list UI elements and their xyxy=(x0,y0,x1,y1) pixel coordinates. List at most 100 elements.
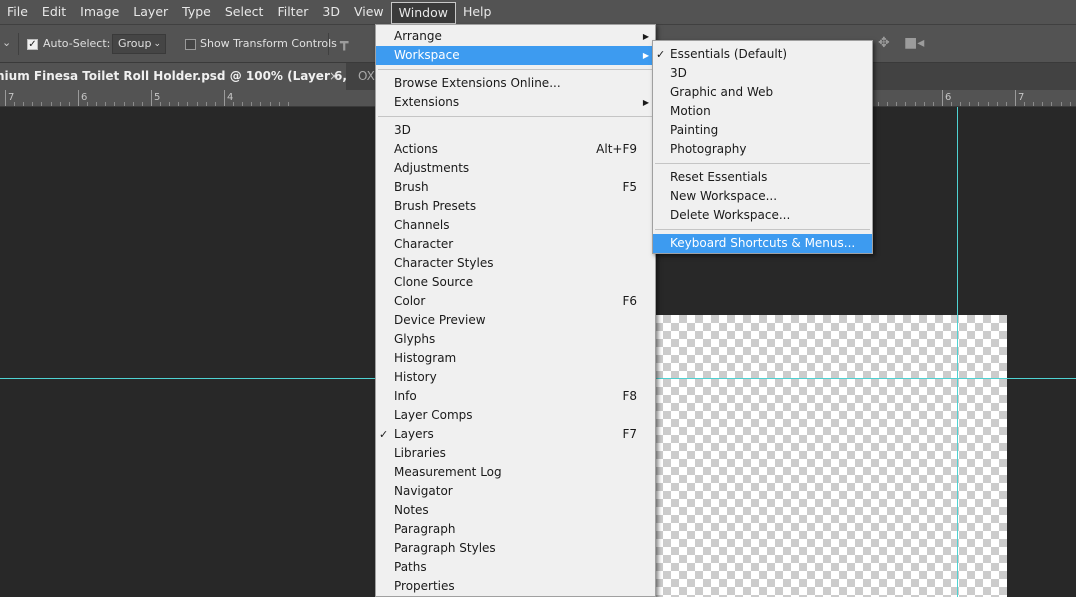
submenu-arrow-icon: ▶ xyxy=(642,98,649,107)
menu-item-properties[interactable]: Properties xyxy=(376,577,655,596)
checkmark-icon: ✓ xyxy=(656,48,666,61)
menu-item-color[interactable]: Color F6 xyxy=(376,292,655,311)
menu-item-photography[interactable]: Photography xyxy=(653,140,872,159)
menu-item-keyboard-shortcuts-menus[interactable]: Keyboard Shortcuts & Menus... xyxy=(653,234,872,253)
menu-item-reset-essentials[interactable]: Reset Essentials xyxy=(653,168,872,187)
ruler-minor-tick xyxy=(105,102,107,106)
align-top-icon[interactable]: ┳ xyxy=(340,35,348,51)
menu-item-3d[interactable]: 3D xyxy=(653,64,872,83)
menu-item-paths[interactable]: Paths xyxy=(376,558,655,577)
menu-item-glyphs[interactable]: Glyphs xyxy=(376,330,655,349)
ruler-minor-tick xyxy=(196,102,198,106)
show-transform-controls-checkbox[interactable] xyxy=(185,39,196,50)
ruler-minor-tick xyxy=(932,102,934,106)
menu-3d[interactable]: 3D xyxy=(315,0,347,24)
ruler-minor-tick xyxy=(50,102,52,106)
ruler-major-tick xyxy=(224,90,225,106)
menu-item-label: Color xyxy=(394,294,426,308)
checkmark-icon: ✓ xyxy=(379,428,389,441)
auto-select-label: Auto-Select: xyxy=(43,37,111,50)
3d-video-camera-icon[interactable]: ■◂ xyxy=(904,35,924,51)
transparent-document-canvas[interactable] xyxy=(655,315,1007,597)
menu-item-info[interactable]: Info F8 xyxy=(376,387,655,406)
menu-window[interactable]: Window xyxy=(390,1,456,24)
menu-item-paragraph-styles[interactable]: Paragraph Styles xyxy=(376,539,655,558)
menu-divider xyxy=(655,163,870,164)
menu-item-notes[interactable]: Notes xyxy=(376,501,655,520)
submenu-arrow-icon: ▶ xyxy=(642,51,649,60)
separator xyxy=(18,33,19,55)
ruler-major-tick xyxy=(78,90,79,106)
menu-item-character[interactable]: Character xyxy=(376,235,655,254)
menu-item-new-workspace[interactable]: New Workspace... xyxy=(653,187,872,206)
menu-item-extensions[interactable]: Extensions ▶ xyxy=(376,93,655,112)
menu-item-label: Properties xyxy=(394,579,455,593)
menu-item-label: Navigator xyxy=(394,484,453,498)
menu-item-label: Clone Source xyxy=(394,275,474,289)
menu-item-layer-comps[interactable]: Layer Comps xyxy=(376,406,655,425)
auto-select-checkbox[interactable]: ✓ xyxy=(27,39,38,50)
menu-item-adjustments[interactable]: Adjustments xyxy=(376,159,655,178)
menu-item-label: 3D xyxy=(670,66,687,80)
menu-item-libraries[interactable]: Libraries xyxy=(376,444,655,463)
menu-item-browse-extensions-online[interactable]: Browse Extensions Online... xyxy=(376,74,655,93)
window-menu: Arrange ▶ Workspace ▶ Browse Extensions Onli… xyxy=(375,24,656,597)
menu-item-essentials-default[interactable]: ✓ Essentials (Default) xyxy=(653,45,872,64)
menu-edit[interactable]: Edit xyxy=(35,0,73,24)
3d-pan-icon[interactable]: ✥ xyxy=(878,35,890,51)
menu-layer[interactable]: Layer xyxy=(126,0,175,24)
menu-item-clone-source[interactable]: Clone Source xyxy=(376,273,655,292)
ruler-label: 4 xyxy=(227,92,234,103)
show-transform-controls-label: Show Transform Controls xyxy=(200,37,337,50)
menu-item-painting[interactable]: Painting xyxy=(653,121,872,140)
menu-item-3d[interactable]: 3D xyxy=(376,121,655,140)
tool-preset-chevron-icon[interactable]: ⌄ xyxy=(2,36,11,49)
ruler-minor-tick xyxy=(169,102,171,106)
tab-other-document[interactable]: OX xyxy=(358,63,375,90)
menu-item-delete-workspace[interactable]: Delete Workspace... xyxy=(653,206,872,225)
menu-item-paragraph[interactable]: Paragraph xyxy=(376,520,655,539)
menu-item-character-styles[interactable]: Character Styles xyxy=(376,254,655,273)
menu-item-history[interactable]: History xyxy=(376,368,655,387)
menu-item-graphic-and-web[interactable]: Graphic and Web xyxy=(653,83,872,102)
menu-item-label: Brush xyxy=(394,180,429,194)
menu-item-label: Layers xyxy=(394,427,434,441)
menu-item-brush-presets[interactable]: Brush Presets xyxy=(376,197,655,216)
menu-item-shortcut: F5 xyxy=(622,180,637,194)
menu-item-histogram[interactable]: Histogram xyxy=(376,349,655,368)
menu-select[interactable]: Select xyxy=(218,0,271,24)
menu-type[interactable]: Type xyxy=(175,0,218,24)
menu-item-arrange[interactable]: Arrange ▶ xyxy=(376,27,655,46)
ruler-minor-tick xyxy=(242,102,244,106)
ruler-label: 7 xyxy=(8,92,15,103)
menu-view[interactable]: View xyxy=(347,0,391,24)
ruler-minor-tick xyxy=(987,102,989,106)
menu-item-workspace[interactable]: Workspace ▶ xyxy=(376,46,655,65)
ruler-major-tick xyxy=(151,90,152,106)
menu-item-label: Graphic and Web xyxy=(670,85,774,99)
menu-item-label: Measurement Log xyxy=(394,465,502,479)
menu-filter[interactable]: Filter xyxy=(270,0,315,24)
menu-item-motion[interactable]: Motion xyxy=(653,102,872,121)
tab-active-document[interactable]: nium Finesa Toilet Roll Holder.psd @ 100… xyxy=(0,63,346,90)
menu-item-actions[interactable]: Actions Alt+F9 xyxy=(376,140,655,159)
menu-item-channels[interactable]: Channels xyxy=(376,216,655,235)
menu-image[interactable]: Image xyxy=(73,0,126,24)
ruler-minor-tick xyxy=(1042,102,1044,106)
auto-select-mode-dropdown[interactable]: Group ⌄ xyxy=(112,34,166,54)
menu-divider xyxy=(655,229,870,230)
menu-item-device-preview[interactable]: Device Preview xyxy=(376,311,655,330)
menu-item-navigator[interactable]: Navigator xyxy=(376,482,655,501)
menu-item-shortcut: Alt+F9 xyxy=(596,142,637,156)
vertical-guide[interactable] xyxy=(957,107,958,597)
menu-file[interactable]: File xyxy=(0,0,35,24)
ruler-minor-tick xyxy=(896,102,898,106)
menu-item-measurement-log[interactable]: Measurement Log xyxy=(376,463,655,482)
menu-item-brush[interactable]: Brush F5 xyxy=(376,178,655,197)
menu-help[interactable]: Help xyxy=(456,0,499,24)
ruler-minor-tick xyxy=(1005,102,1007,106)
menu-item-layers[interactable]: ✓ Layers F7 xyxy=(376,425,655,444)
menu-item-label: Histogram xyxy=(394,351,457,365)
close-icon[interactable]: × xyxy=(329,63,339,90)
ruler-minor-tick xyxy=(187,102,189,106)
